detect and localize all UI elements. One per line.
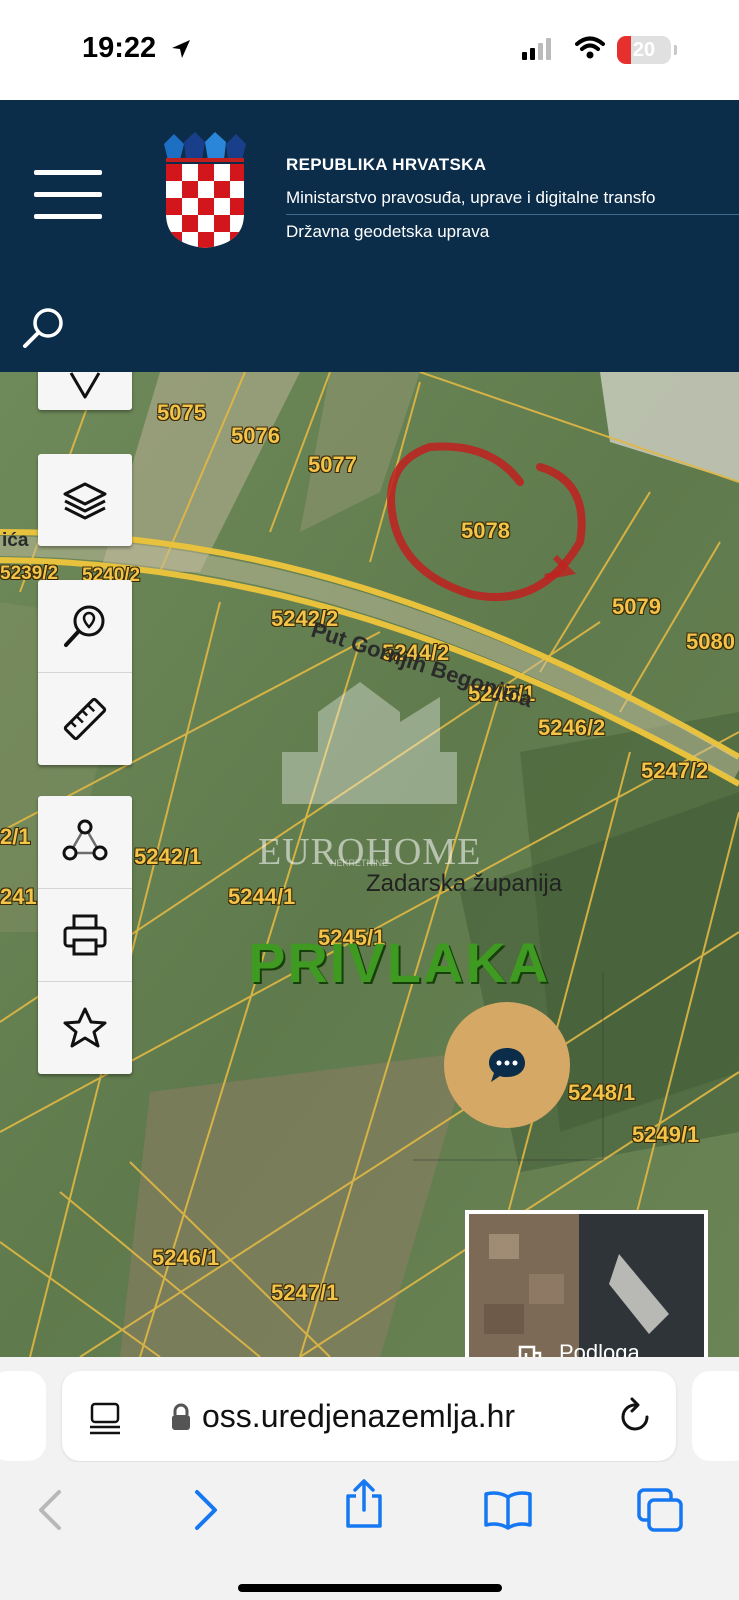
search-icon[interactable] <box>22 306 66 350</box>
battery-percent: 20 <box>632 39 656 61</box>
parcel-label-selected[interactable]: 5078 <box>461 518 510 544</box>
measure-button[interactable] <box>38 673 132 765</box>
reload-icon[interactable] <box>618 1397 654 1435</box>
header-ministry: Ministarstvo pravosuđa, uprave i digital… <box>286 188 656 207</box>
previous-tab-pill[interactable] <box>0 1371 46 1461</box>
back-button[interactable] <box>20 1482 80 1538</box>
chat-button[interactable] <box>444 1002 570 1128</box>
home-indicator <box>238 1584 502 1592</box>
parcel-label[interactable]: 5076 <box>231 423 280 449</box>
parcel-label[interactable]: 5248/1 <box>568 1080 635 1106</box>
url-text[interactable]: oss.uredjenazemlja.hr <box>202 1398 515 1435</box>
chevron-left-icon <box>39 1490 61 1530</box>
croatian-coat-of-arms-icon <box>164 132 246 248</box>
tabs-button[interactable] <box>630 1482 690 1538</box>
search-location-button[interactable] <box>38 580 132 673</box>
draw-polygon-button[interactable] <box>38 796 132 889</box>
basemap-icon <box>518 1345 542 1357</box>
next-tab-pill[interactable] <box>692 1371 739 1461</box>
browser-address-area: oss.uredjenazemlja.hr <box>0 1357 739 1462</box>
browser-toolbar <box>0 1462 739 1600</box>
reader-mode-icon[interactable] <box>88 1401 122 1435</box>
search-location-icon <box>64 605 105 647</box>
basemap-label-row: Podloga <box>469 1340 704 1357</box>
print-button[interactable] <box>38 889 132 982</box>
map-pin-icon <box>69 372 101 399</box>
menu-button[interactable] <box>34 170 102 220</box>
chat-icon <box>489 1048 525 1082</box>
toolgroup-search-measure <box>38 580 132 765</box>
wifi-icon <box>575 36 605 59</box>
location-arrow-icon <box>172 40 190 58</box>
basemap-switcher[interactable]: Podloga <box>465 1210 708 1357</box>
region-label: Zadarska županija <box>366 870 563 897</box>
municipality-label: PRIVLAKA <box>248 931 551 994</box>
book-icon <box>484 1491 532 1530</box>
parcel-label[interactable]: 5247/1 <box>271 1280 338 1306</box>
favorite-button[interactable] <box>38 982 132 1074</box>
parcel-label[interactable]: 5075 <box>157 400 206 426</box>
parcel-label[interactable]: 5080 <box>686 629 735 655</box>
tabs-icon <box>637 1488 683 1532</box>
bookmarks-button[interactable] <box>478 1482 538 1538</box>
toolgroup-layers <box>38 454 132 546</box>
toolgroup-top <box>38 372 132 410</box>
share-icon <box>346 1479 382 1528</box>
parcel-label[interactable]: 241 <box>0 884 37 910</box>
header-titles: REPUBLIKA HRVATSKA Ministarstvo pravosuđ… <box>286 148 739 248</box>
basemap-label: Podloga <box>559 1340 640 1357</box>
ruler-icon <box>63 697 107 741</box>
parcel-label[interactable]: 5246/2 <box>538 715 605 741</box>
watermark-subtext: NEKRETNINE <box>330 858 389 868</box>
site-header: REPUBLIKA HRVATSKA Ministarstvo pravosuđ… <box>0 100 739 372</box>
parcel-label[interactable]: 5244/1 <box>228 884 295 910</box>
star-icon <box>63 1007 107 1048</box>
parcel-label[interactable]: 5246/1 <box>152 1245 219 1271</box>
parcel-label[interactable]: 5247/2 <box>641 758 708 784</box>
parcel-label[interactable]: 5079 <box>612 594 661 620</box>
road-label-left: ića <box>2 530 29 551</box>
toolgroup-tools <box>38 796 132 1074</box>
battery-indicator: 20 <box>617 36 677 64</box>
parcel-label[interactable]: 5077 <box>308 452 357 478</box>
polygon-icon <box>62 819 108 861</box>
basemap-thumbnail <box>469 1214 704 1357</box>
header-country: REPUBLIKA HRVATSKA <box>286 155 487 174</box>
share-button[interactable] <box>334 1476 394 1532</box>
layers-button[interactable] <box>38 454 132 546</box>
forward-button[interactable] <box>176 1482 236 1538</box>
layers-icon <box>63 482 107 520</box>
location-marker-button[interactable] <box>38 372 132 410</box>
cellular-signal-icon <box>522 38 551 60</box>
header-agency: Državna geodetska uprava <box>286 222 490 241</box>
address-bar[interactable]: oss.uredjenazemlja.hr <box>62 1371 676 1461</box>
cadastral-map[interactable]: 5075 5076 5077 5078 5079 5080 5242/2 524… <box>0 372 739 1357</box>
lock-icon <box>172 1403 190 1430</box>
chevron-right-icon <box>195 1490 217 1530</box>
status-time: 19:22 <box>82 32 157 64</box>
status-bar: 19:22 20 <box>0 0 739 100</box>
parcel-label[interactable]: 5242/1 <box>134 844 201 870</box>
printer-icon <box>63 914 107 956</box>
parcel-label[interactable]: 2/1 <box>0 824 31 850</box>
parcel-label[interactable]: 5249/1 <box>632 1122 699 1148</box>
